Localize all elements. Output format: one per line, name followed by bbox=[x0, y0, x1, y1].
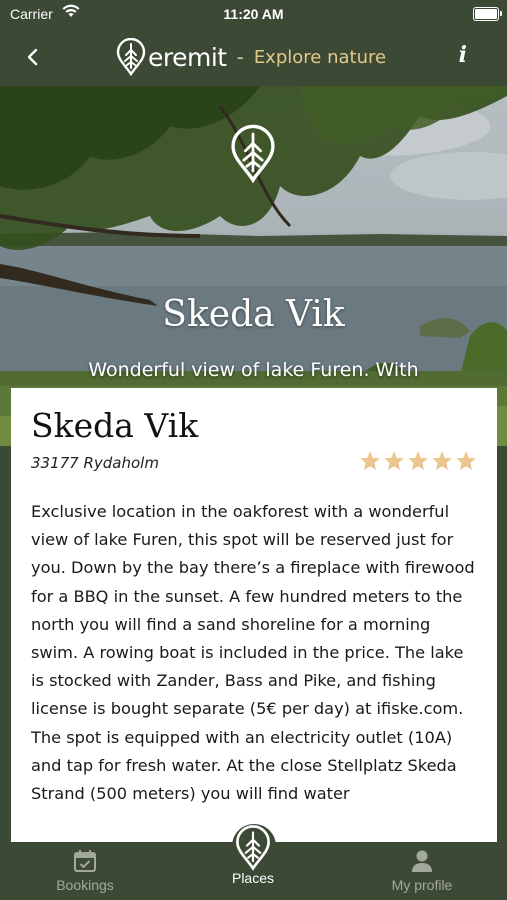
tab-bookings[interactable]: Bookings bbox=[40, 842, 130, 900]
place-name: Skeda Vik bbox=[31, 406, 199, 445]
tab-label: Bookings bbox=[56, 877, 114, 893]
person-icon bbox=[412, 850, 432, 872]
back-button[interactable] bbox=[18, 42, 48, 72]
tab-label: Places bbox=[231, 870, 275, 886]
star-icon bbox=[432, 451, 452, 470]
tab-bar: Bookings Places My profile bbox=[0, 825, 507, 900]
star-icon bbox=[360, 451, 380, 470]
calendar-check-icon bbox=[74, 850, 96, 872]
tree-pin-icon bbox=[116, 38, 146, 76]
nav-bar: eremit - Explore nature i bbox=[0, 28, 507, 86]
place-card: Skeda Vik 33177 Rydaholm Exclusive locat… bbox=[11, 388, 497, 844]
hero-title: Skeda Vik bbox=[162, 294, 345, 335]
brand-tagline: Explore nature bbox=[253, 46, 387, 68]
place-description: Exclusive location in the oakforest with… bbox=[31, 502, 475, 804]
brand-logo: eremit - Explore nature bbox=[116, 36, 386, 78]
status-time: 11:20 AM bbox=[223, 6, 284, 22]
tab-label: My profile bbox=[391, 877, 453, 893]
tab-places[interactable]: Places bbox=[208, 825, 298, 900]
star-rating bbox=[359, 450, 477, 472]
hero-tree-pin-icon bbox=[231, 124, 275, 184]
status-bar: Carrier 11:20 AM bbox=[0, 0, 507, 28]
info-button[interactable]: i bbox=[459, 42, 467, 68]
star-icon bbox=[456, 451, 476, 470]
place-address: 33177 Rydaholm bbox=[31, 454, 159, 472]
brand-name: eremit bbox=[148, 42, 227, 72]
battery-icon bbox=[473, 7, 502, 21]
star-icon bbox=[384, 451, 404, 470]
tab-my-profile[interactable]: My profile bbox=[372, 842, 472, 900]
star-icon bbox=[408, 451, 428, 470]
tree-pin-icon bbox=[236, 825, 270, 871]
brand-separator: - bbox=[236, 45, 244, 69]
